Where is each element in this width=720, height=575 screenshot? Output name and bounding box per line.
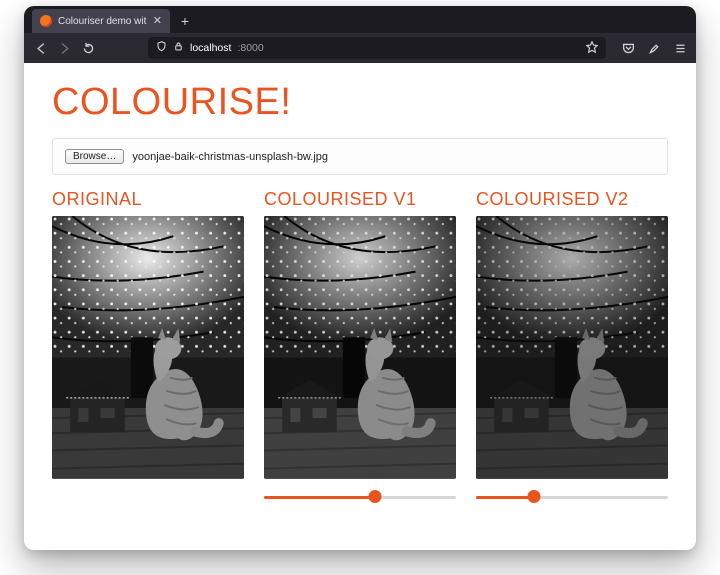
heading-v1: COLOURISED V1: [264, 189, 456, 210]
page-content: COLOURISE! Browse… yoonjae-baik-christma…: [24, 63, 696, 550]
url-host: localhost: [190, 42, 231, 54]
close-tab-icon[interactable]: ✕: [153, 16, 162, 27]
back-button[interactable]: [32, 40, 48, 56]
image-columns: ORIGINAL: [52, 189, 668, 507]
forward-button[interactable]: [56, 40, 72, 56]
page-title: COLOURISE!: [52, 81, 668, 124]
tab-title: Colouriser demo with OpenVIN: [58, 16, 147, 27]
browser-toolbar: localhost :8000: [24, 33, 696, 63]
column-v1: COLOURISED V1: [264, 189, 456, 507]
file-upload-box: Browse… yoonjae-baik-christmas-unsplash-…: [52, 138, 668, 175]
new-tab-button[interactable]: +: [174, 10, 196, 32]
extensions-button[interactable]: [646, 40, 662, 56]
slider-thumb[interactable]: [527, 490, 540, 503]
slider-v1[interactable]: [264, 487, 456, 507]
pocket-icon: [622, 42, 635, 55]
toolbar-right: [620, 40, 688, 56]
plus-icon: +: [181, 13, 189, 29]
column-v2: COLOURISED V2: [476, 189, 668, 507]
pocket-button[interactable]: [620, 40, 636, 56]
menu-icon: [674, 42, 687, 55]
browse-button[interactable]: Browse…: [65, 149, 124, 164]
heading-original: ORIGINAL: [52, 189, 244, 210]
slider-v2[interactable]: [476, 487, 668, 507]
app-menu-button[interactable]: [672, 40, 688, 56]
tab-active[interactable]: Colouriser demo with OpenVIN ✕: [32, 9, 170, 33]
url-bar[interactable]: localhost :8000: [148, 37, 606, 59]
column-original: ORIGINAL: [52, 189, 244, 507]
reload-icon: [82, 42, 95, 55]
shield-icon: [156, 41, 167, 55]
reload-button[interactable]: [80, 40, 96, 56]
ubuntu-favicon-icon: [40, 15, 52, 27]
tab-strip: Colouriser demo with OpenVIN ✕ +: [24, 6, 696, 33]
browser-window: Colouriser demo with OpenVIN ✕ + localho…: [24, 6, 696, 550]
tint-overlay-v2: [476, 216, 668, 479]
lock-icon: [173, 41, 184, 55]
back-icon: [34, 42, 47, 55]
slider-thumb[interactable]: [369, 490, 382, 503]
image-original: [52, 216, 244, 479]
forward-icon: [58, 42, 71, 55]
selected-filename: yoonjae-baik-christmas-unsplash-bw.jpg: [132, 151, 328, 163]
image-v1: [264, 216, 456, 479]
extension-icon: [648, 42, 661, 55]
bookmark-star-icon[interactable]: [586, 41, 598, 56]
slider-fill: [476, 496, 534, 499]
slider-fill: [264, 496, 375, 499]
url-port: :8000: [237, 42, 263, 54]
image-v2: [476, 216, 668, 479]
photo-svg: [52, 216, 244, 479]
tint-overlay-v1: [264, 216, 456, 479]
heading-v2: COLOURISED V2: [476, 189, 668, 210]
